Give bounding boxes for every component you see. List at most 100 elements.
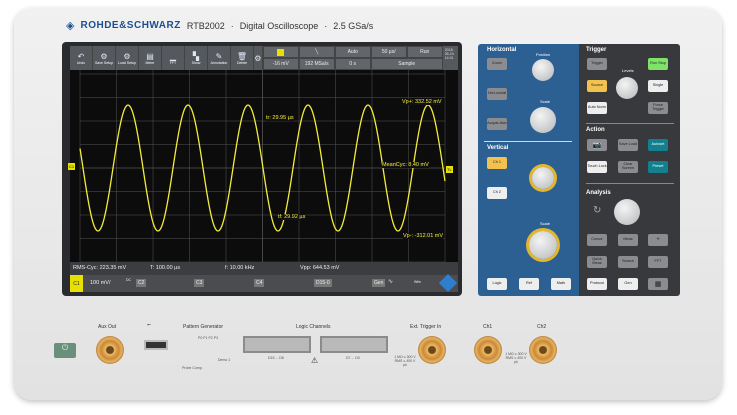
acquisition-mode[interactable]: Sample [370,58,443,70]
toolbar-button-undo[interactable]: ↶ Undo [70,46,93,70]
protocol-button[interactable]: Protocol [587,278,607,290]
power-icon: ⏻ [61,343,69,352]
navigation-knob[interactable] [614,199,640,225]
gen-button[interactable]: Gen [618,278,638,290]
logic-button[interactable]: Logic [487,278,507,290]
trigger-button[interactable]: Trigger [587,58,607,70]
cursor-button[interactable]: Cursor [587,234,607,246]
acquisition-button[interactable]: Acquis-ition [487,118,507,130]
channel-bar: C1 100 mV/ DC C2 C3 C4 D15-0 Gen ∿ Wfm [70,273,458,293]
ch1-offset-marker[interactable]: C1 [68,163,76,170]
math-button[interactable]: Math [551,278,571,290]
ext-trigger-connector[interactable] [418,336,446,364]
power-button[interactable]: ⏻ [54,343,76,358]
status-panel[interactable]: ╲ Auto 50 µs/ Run -16 mV 192 MSa/s 0 s S… [262,46,443,70]
trigger-level-knob[interactable] [616,77,638,99]
trigger-level-marker[interactable]: TL [446,166,453,173]
tab-gen[interactable]: Gen [372,279,386,287]
toolbar-button-load-setup[interactable]: ⚙ Load Setup [116,46,139,70]
trigger-level[interactable]: -16 mV [262,58,299,70]
toolbar-button-label: Undo [76,60,86,65]
zoom-button[interactable]: Zoom [487,58,507,70]
usb-port[interactable] [144,340,168,350]
warning-icon: ⚠ [311,356,319,365]
time-scale[interactable]: 50 µs/ [370,46,407,58]
quick-meas-button[interactable]: Quick Meas [587,256,607,268]
pattern-pins-label: P0 P1 P2 P3 [198,336,219,340]
h-scale-label: Scale [540,99,551,104]
ext-rating: 1 MΩ ≤ 300 V RMS ≤ 400 V pk [394,355,416,367]
force-trigger-button[interactable]: Force Trigger [648,102,668,114]
trigger-mode[interactable]: Auto [334,46,371,58]
screenshot-button[interactable]: 📷 [587,139,607,151]
c1-coupling: DC [126,278,132,282]
c1-scale[interactable]: 100 mV/ [90,280,110,286]
settings-icon[interactable]: ⚙ [254,46,263,70]
trigger-title: Trigger [586,47,607,53]
auto-norm-button[interactable]: Auto Norm [587,102,607,114]
run-state[interactable]: Run [406,46,443,58]
toolbar-button-fft[interactable]: ▁ FFT [162,46,185,70]
toolbar-button-label: Load Setup [118,60,136,65]
horizontal-button[interactable]: Hori-zontal [487,88,507,100]
toolbar-button-save-setup[interactable]: ⚙ Save Setup [93,46,116,70]
tab-c1[interactable]: C1 [70,275,83,292]
tab-c3[interactable]: C3 [194,279,205,287]
ch2-connector[interactable] [529,336,557,364]
rs-menu-icon[interactable] [438,273,458,293]
vertical-scale-knob[interactable] [529,231,557,259]
preset-button[interactable]: Preset [648,161,668,173]
tab-c2[interactable]: C2 [136,279,147,287]
undo-arrow-icon[interactable]: ↻ [593,205,601,216]
intensity-button[interactable]: ☀ [648,234,668,246]
delay[interactable]: 0 s [334,58,371,70]
probe-comp-label: Probe Comp. [182,366,203,370]
undo-icon: ↶ [77,51,85,61]
gen-info: Wfm [414,280,422,284]
source-button[interactable]: Source [587,80,607,92]
meas-button[interactable]: Meas [618,234,638,246]
trigger-slope-indicator [262,46,299,58]
clear-screen-button[interactable]: Clear Screen [618,161,638,173]
horizontal-vertical-panel [478,44,579,296]
search-button[interactable]: Search [618,256,638,268]
ch2-button[interactable]: Ch 2 [487,187,507,199]
toolbar-button-annotation[interactable]: ✎ Annotation [208,46,231,70]
ref-button[interactable]: Ref [519,278,539,290]
toolbar-button-show[interactable]: ▚ Show [185,46,208,70]
touch-lock-button[interactable]: Touch Lock [587,161,607,173]
ch2-label: Ch2 [537,324,547,330]
aux-out-connector[interactable] [96,336,124,364]
save-load-button[interactable]: Save Load [618,139,638,151]
position-knob[interactable] [532,59,554,81]
apps-button[interactable]: ▦ [648,278,668,290]
toolbar-button-label: Delete [236,60,248,65]
logic-connector-hi[interactable] [243,336,311,353]
tab-c4[interactable]: C4 [254,279,265,287]
ch1-connector[interactable] [474,336,502,364]
toolbar-button-delete[interactable]: 🗑 Delete [231,46,254,70]
d-hi-label: D15 ... D8 [268,356,284,360]
tab-logic[interactable]: D15-0 [314,279,332,287]
mean-measure: MeanCyc: 8.40 mV [382,162,429,168]
fft-button[interactable]: FFT [648,256,668,268]
ch1-button[interactable]: Ch 1 [487,157,507,169]
vertical-position-knob[interactable] [532,167,554,189]
logic-connector-lo[interactable] [320,336,388,353]
product: Digital Oscilloscope [239,20,319,31]
toolbar-button-label: Annotation [210,60,228,65]
sine-wave-icon: ∿ [388,279,394,285]
logic-channels-label: Logic Channels [296,324,331,330]
grid-icon: ▦ [654,280,662,288]
ext-trigger-label: Ext. Trigger In [410,324,442,330]
vp-minus-measure: Vp-: -312.01 mV [403,233,444,239]
run-stop-button[interactable]: Run Stop [648,58,668,70]
toolbar-button-label: Show [191,60,201,65]
pattern-generator-label: Pattern Generator [183,324,224,330]
autoset-button[interactable]: Autoset [648,139,668,151]
toolbar-button-meter[interactable]: ▤ Meter [139,46,162,70]
fft-icon: ▁ [169,51,177,61]
meter-icon: ▤ [146,51,154,61]
horizontal-scale-knob[interactable] [530,107,556,133]
single-button[interactable]: Single [648,80,668,92]
